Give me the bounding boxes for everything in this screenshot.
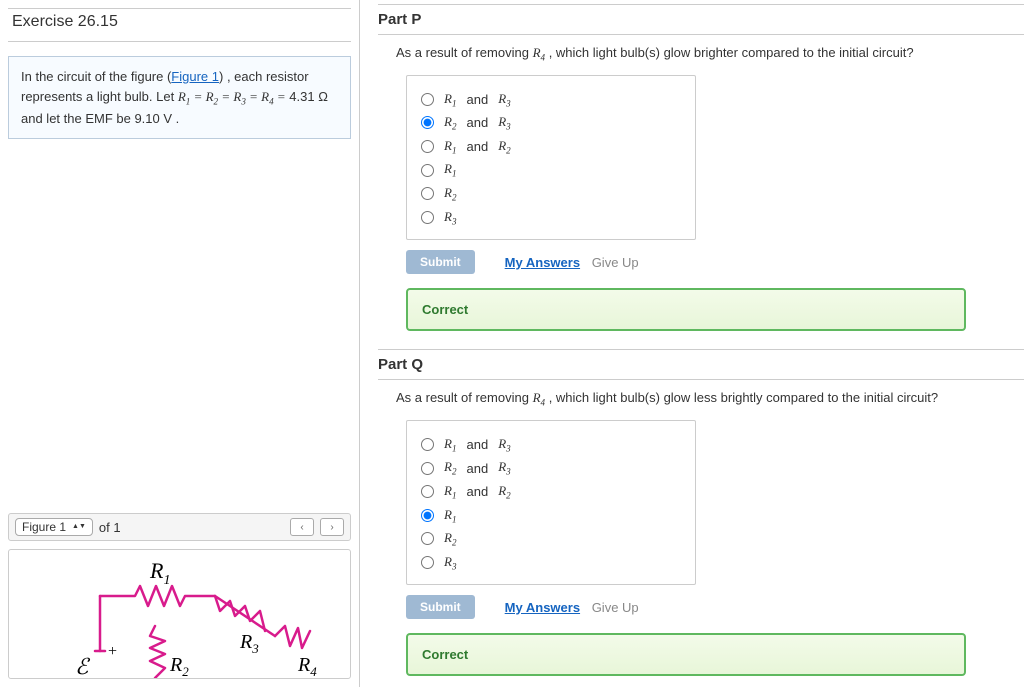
radio-input[interactable] xyxy=(421,140,434,153)
part-q-option-2[interactable]: R1 and R2 xyxy=(421,480,681,504)
plus-label: + xyxy=(108,643,117,660)
figure-canvas: R1 R2 R3 R4 ℰ + xyxy=(8,549,351,679)
radio-input[interactable] xyxy=(421,187,434,200)
part-q-answer-box: R1 and R3 R2 and R3 R1 and R2 R1 R2 R3 xyxy=(406,420,696,586)
radio-input[interactable] xyxy=(421,556,434,569)
part-q-button-row: Submit My Answers Give Up xyxy=(406,595,1024,619)
part-q-option-1[interactable]: R2 and R3 xyxy=(421,456,681,480)
part-q-submit-button[interactable]: Submit xyxy=(406,595,475,619)
part-q-give-up-link[interactable]: Give Up xyxy=(592,600,639,615)
part-p: Part P As a result of removing R4 , whic… xyxy=(378,4,1024,331)
part-p-option-0[interactable]: R1 and R3 xyxy=(421,88,681,112)
stepper-icon: ▲▼ xyxy=(72,524,86,530)
radio-input[interactable] xyxy=(421,462,434,475)
part-p-option-1[interactable]: R2 and R3 xyxy=(421,111,681,135)
emf-label: ℰ xyxy=(75,654,91,679)
part-q-option-0[interactable]: R1 and R3 xyxy=(421,433,681,457)
part-q-my-answers-link[interactable]: My Answers xyxy=(505,600,580,615)
figure-next-button[interactable]: › xyxy=(320,518,344,536)
figure-select-label: Figure 1 xyxy=(22,520,66,534)
part-p-title: Part P xyxy=(378,4,1024,35)
left-sidebar: Exercise 26.15 In the circuit of the fig… xyxy=(0,0,360,687)
radio-input[interactable] xyxy=(421,93,434,106)
part-p-submit-button[interactable]: Submit xyxy=(406,250,475,274)
radio-input[interactable] xyxy=(421,509,434,522)
figure-select[interactable]: Figure 1 ▲▼ xyxy=(15,518,93,536)
radio-input[interactable] xyxy=(421,485,434,498)
part-p-option-2[interactable]: R1 and R2 xyxy=(421,135,681,159)
part-q-option-3[interactable]: R1 xyxy=(421,504,681,528)
circuit-diagram: R1 R2 R3 R4 ℰ + xyxy=(40,556,320,679)
part-p-answer-box: R1 and R3 R2 and R3 R1 and R2 R1 R2 R3 xyxy=(406,75,696,241)
figure-prev-button[interactable]: ‹ xyxy=(290,518,314,536)
intro-box: In the circuit of the figure (Figure 1) … xyxy=(8,56,351,139)
r1-label: R1 xyxy=(149,558,170,588)
part-p-give-up-link[interactable]: Give Up xyxy=(592,255,639,270)
part-p-question: As a result of removing R4 , which light… xyxy=(378,35,1024,75)
figure-toolbar: Figure 1 ▲▼ of 1 ‹ › xyxy=(8,513,351,541)
part-q-correct-banner: Correct xyxy=(406,633,966,676)
radio-input[interactable] xyxy=(421,438,434,451)
intro-equation: R1 = R2 = R3 = R4 = xyxy=(178,89,286,104)
part-p-button-row: Submit My Answers Give Up xyxy=(406,250,1024,274)
r2-label: R2 xyxy=(169,654,189,679)
part-p-my-answers-link[interactable]: My Answers xyxy=(505,255,580,270)
main-content: Part P As a result of removing R4 , whic… xyxy=(360,0,1024,687)
radio-input[interactable] xyxy=(421,164,434,177)
part-p-option-3[interactable]: R1 xyxy=(421,158,681,182)
exercise-title: Exercise 26.15 xyxy=(8,8,351,42)
radio-input[interactable] xyxy=(421,116,434,129)
part-q-option-4[interactable]: R2 xyxy=(421,527,681,551)
part-p-option-4[interactable]: R2 xyxy=(421,182,681,206)
part-q-option-5[interactable]: R3 xyxy=(421,551,681,575)
radio-input[interactable] xyxy=(421,211,434,224)
intro-pre: In the circuit of the figure ( xyxy=(21,69,171,84)
part-p-correct-banner: Correct xyxy=(406,288,966,331)
part-q: Part Q As a result of removing R4 , whic… xyxy=(378,349,1024,676)
r4-label: R4 xyxy=(297,654,317,679)
radio-input[interactable] xyxy=(421,532,434,545)
figure-of-text: of 1 xyxy=(99,520,121,535)
r3-label: R3 xyxy=(239,631,259,656)
figure-link[interactable]: Figure 1 xyxy=(171,69,219,84)
part-p-option-5[interactable]: R3 xyxy=(421,206,681,230)
part-q-question: As a result of removing R4 , which light… xyxy=(378,380,1024,420)
part-q-title: Part Q xyxy=(378,349,1024,380)
